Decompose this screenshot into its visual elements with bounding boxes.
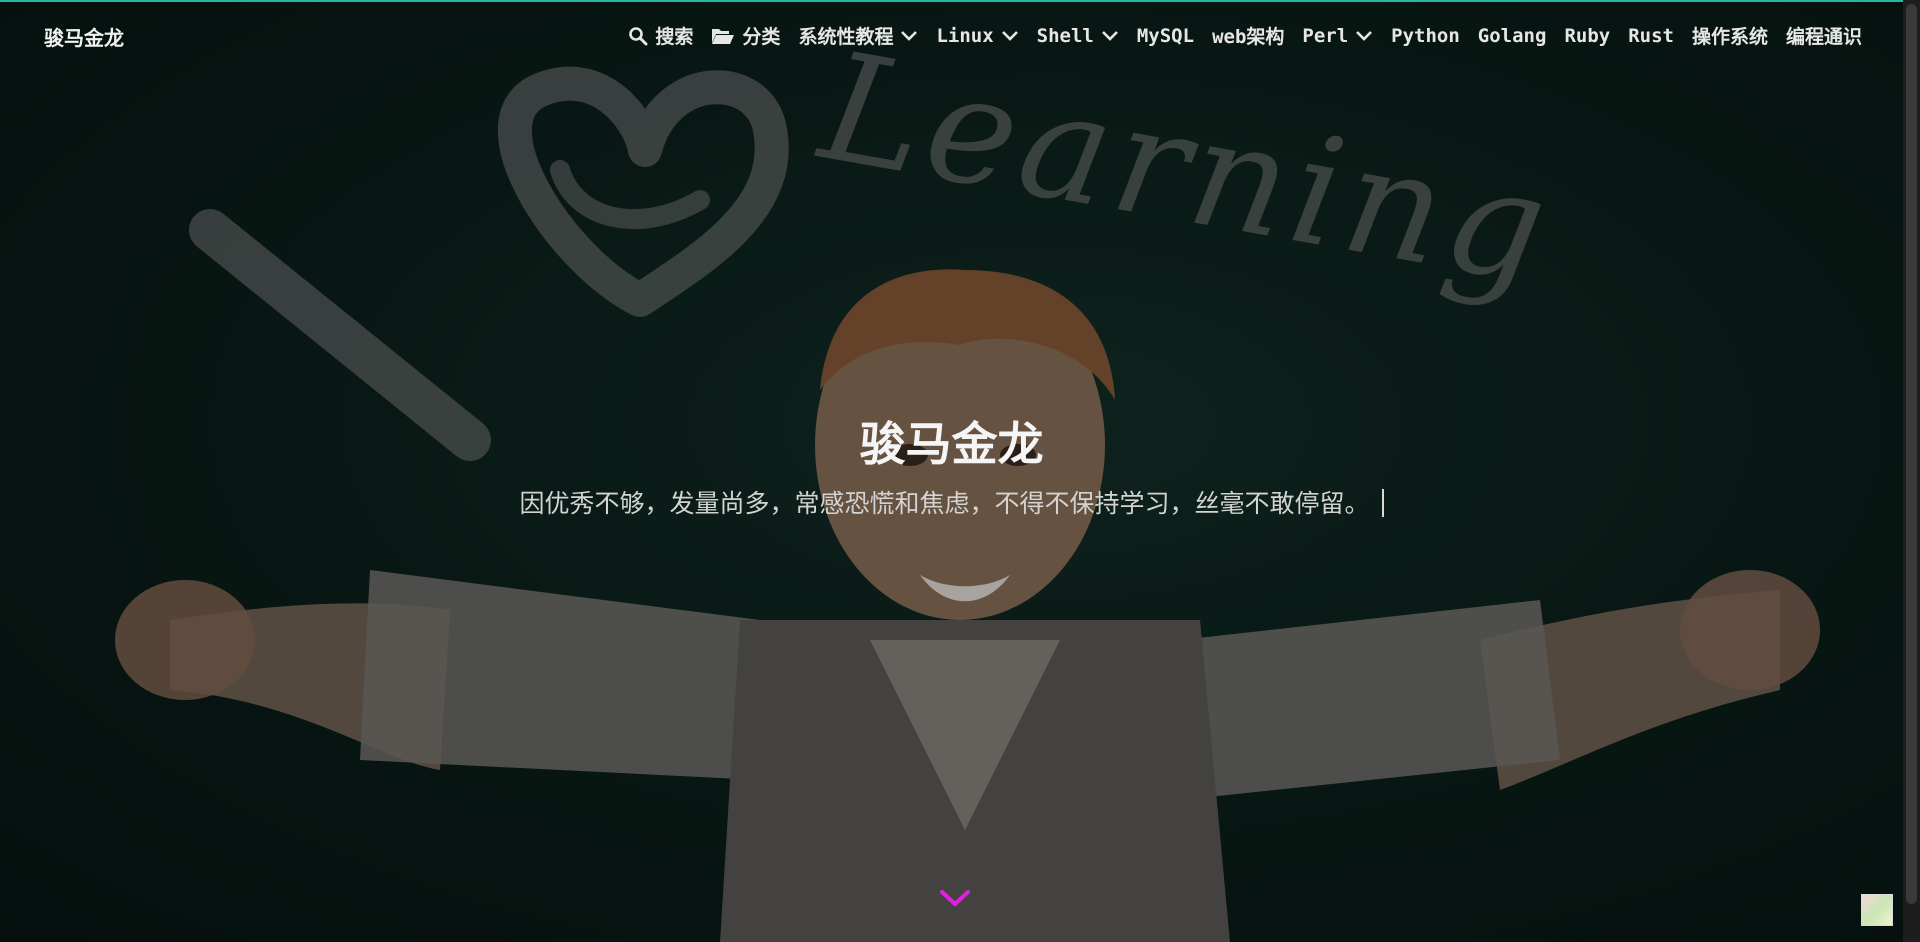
nav-item-ruby[interactable]: Ruby [1564, 25, 1610, 47]
nav-item-linux[interactable]: Linux [936, 25, 1018, 47]
typing-cursor [1381, 489, 1384, 517]
site-brand[interactable]: 骏马金龙 [44, 22, 124, 51]
chevron-down-icon [1001, 30, 1018, 41]
nav-item-label: Golang [1477, 24, 1547, 47]
hero-subtitle: 因优秀不够，发量尚多，常感恐慌和焦虑，不得不保持学习，丝毫不敢停留。 [519, 489, 1370, 518]
folder-open-icon [712, 28, 735, 44]
corner-thumbnail[interactable] [1861, 894, 1893, 926]
nav-item-rust[interactable]: Rust [1628, 25, 1674, 47]
nav-item-label: Shell [1036, 24, 1094, 47]
nav-item-label: Rust [1628, 24, 1674, 47]
scrollbar-thumb[interactable] [1906, 4, 1917, 904]
chevron-down-icon [1356, 30, 1373, 41]
hero-subtitle-line: 因优秀不够，发量尚多，常感恐慌和焦虑，不得不保持学习，丝毫不敢停留。 [0, 484, 1903, 520]
chevron-down-icon [1101, 30, 1118, 41]
nav-item-web-architecture[interactable]: web架构 [1212, 22, 1284, 49]
nav-item-shell[interactable]: Shell [1037, 25, 1119, 47]
nav-item-programming-basics[interactable]: 编程通识 [1786, 22, 1862, 49]
top-navbar: 骏马金龙 搜索 分类 系统性教程 Linux Shell MySQL web架构… [0, 0, 1903, 74]
scroll-down-icon[interactable] [939, 888, 971, 910]
nav-item-label: 操作系统 [1691, 26, 1768, 48]
nav-item-label: 分类 [742, 26, 781, 48]
nav-item-label: 编程通识 [1785, 26, 1862, 48]
nav-item-golang[interactable]: Golang [1478, 25, 1547, 47]
chevron-down-icon [901, 30, 918, 41]
nav-item-label: 系统性教程 [798, 26, 894, 48]
nav-item-label: 搜索 [655, 26, 694, 48]
nav-item-tutorials[interactable]: 系统性教程 [798, 22, 918, 49]
nav-item-label: web架构 [1212, 26, 1285, 48]
nav-item-label: Python [1391, 24, 1460, 47]
nav-item-search[interactable]: 搜索 [628, 22, 693, 49]
nav-item-label: Linux [936, 24, 994, 47]
hero-title: 骏马金龙 [859, 417, 1044, 471]
nav-item-python[interactable]: Python [1391, 25, 1460, 47]
nav-item-label: MySQL [1136, 24, 1195, 47]
nav-item-label: Ruby [1564, 24, 1611, 47]
nav-item-label: Perl [1302, 24, 1349, 47]
search-icon [629, 26, 648, 45]
nav-item-categories[interactable]: 分类 [711, 22, 780, 49]
page-scrollbar[interactable] [1903, 0, 1920, 942]
nav-menu: 搜索 分类 系统性教程 Linux Shell MySQL web架构 Perl… [628, 22, 1862, 49]
nav-item-mysql[interactable]: MySQL [1137, 25, 1194, 47]
nav-item-operating-systems[interactable]: 操作系统 [1692, 22, 1768, 49]
nav-item-perl[interactable]: Perl [1302, 25, 1373, 47]
